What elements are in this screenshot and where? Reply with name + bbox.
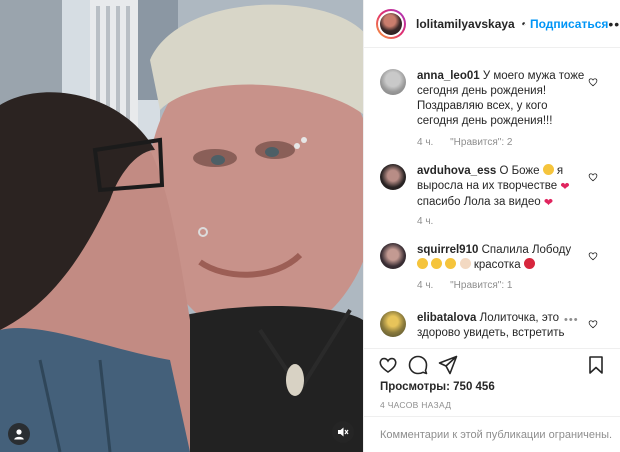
mute-button[interactable] [332, 421, 354, 443]
comments-restricted-notice: Комментарии к этой публикации ограничены… [364, 416, 620, 452]
follow-button[interactable]: Подписаться [530, 17, 608, 31]
comment-text: squirrel910 Спалила Лободу красотка [417, 243, 585, 273]
commenter-username[interactable]: avduhova_ess [417, 165, 496, 177]
laughing-face-emoji-icon [417, 258, 428, 269]
tagged-users-button[interactable] [8, 423, 30, 445]
flexed-arm-emoji-icon [459, 258, 471, 269]
heart-icon[interactable] [378, 355, 398, 375]
comment-meta: 4 ч. [417, 216, 447, 227]
comment-meta: 4 ч. "Нравится": 2 [417, 137, 526, 148]
post-header: lolitamilyavskaya • Подписаться ••• [364, 0, 620, 48]
comments-list[interactable]: anna_leo01 У моего мужа тоже сегодня ден… [364, 49, 620, 344]
comment-content-part: Спалила Лободу [481, 244, 572, 256]
author-avatar[interactable] [376, 8, 406, 39]
comment-meta: 4 ч. "Нравится": 1 [417, 280, 526, 291]
post-side-panel: lolitamilyavskaya • Подписаться ••• anna… [363, 0, 620, 452]
comment-text: anna_leo01 У моего мужа тоже сегодня ден… [417, 69, 585, 129]
speaker-muted-icon [338, 427, 349, 437]
post-timestamp[interactable]: 4 ЧАСОВ НАЗАД [380, 400, 451, 410]
comment-time: 4 ч. [417, 137, 434, 148]
comment-like-icon[interactable] [588, 172, 598, 182]
comment-time: 4 ч. [417, 280, 434, 291]
comment-icon[interactable] [408, 355, 428, 375]
comment-time: 4 ч. [417, 216, 434, 227]
comment-options-icon[interactable]: ••• [564, 314, 579, 326]
share-icon[interactable] [438, 355, 458, 375]
comment-content-part: красотка [473, 259, 521, 271]
post-photo [0, 0, 363, 452]
commenter-avatar[interactable] [380, 164, 406, 190]
red-heart-emoji-icon: ❤ [543, 197, 554, 209]
commenter-username[interactable]: squirrel910 [417, 244, 478, 256]
comment-content-part: спасибо Лола за видео [417, 196, 541, 208]
author-username[interactable]: lolitamilyavskaya [416, 17, 515, 31]
post-actions-bar [364, 348, 620, 378]
laughing-face-emoji-icon [431, 258, 443, 269]
view-count[interactable]: Просмотры: 750 456 [380, 381, 495, 393]
lips-emoji-icon [523, 258, 535, 269]
laughing-face-emoji-icon [445, 258, 457, 269]
comment-content-part: О Боже [499, 165, 540, 177]
red-heart-emoji-icon: ❤ [560, 181, 570, 193]
comment-text: elibatalova Лолиточка, это здорово увиде… [417, 311, 585, 341]
post-media[interactable] [0, 0, 363, 452]
comment-like-icon[interactable] [588, 319, 598, 329]
comment-like-icon[interactable] [588, 251, 598, 261]
comment-likes[interactable]: "Нравится": 1 [450, 280, 512, 291]
user-tag-icon [14, 429, 24, 440]
bookmark-icon[interactable] [586, 355, 606, 375]
comment-text: avduhova_ess О Боже я выросла на их твор… [417, 164, 585, 211]
commenter-avatar[interactable] [380, 311, 406, 337]
more-options-button[interactable]: ••• [608, 16, 620, 32]
commenter-username[interactable]: anna_leo01 [417, 70, 480, 82]
commenter-avatar[interactable] [380, 243, 406, 269]
commenter-avatar[interactable] [380, 69, 406, 95]
commenter-username[interactable]: elibatalova [417, 312, 476, 324]
comment-likes[interactable]: "Нравится": 2 [450, 137, 512, 148]
smiling-face-emoji-icon [542, 164, 554, 175]
comment-like-icon[interactable] [588, 77, 598, 87]
